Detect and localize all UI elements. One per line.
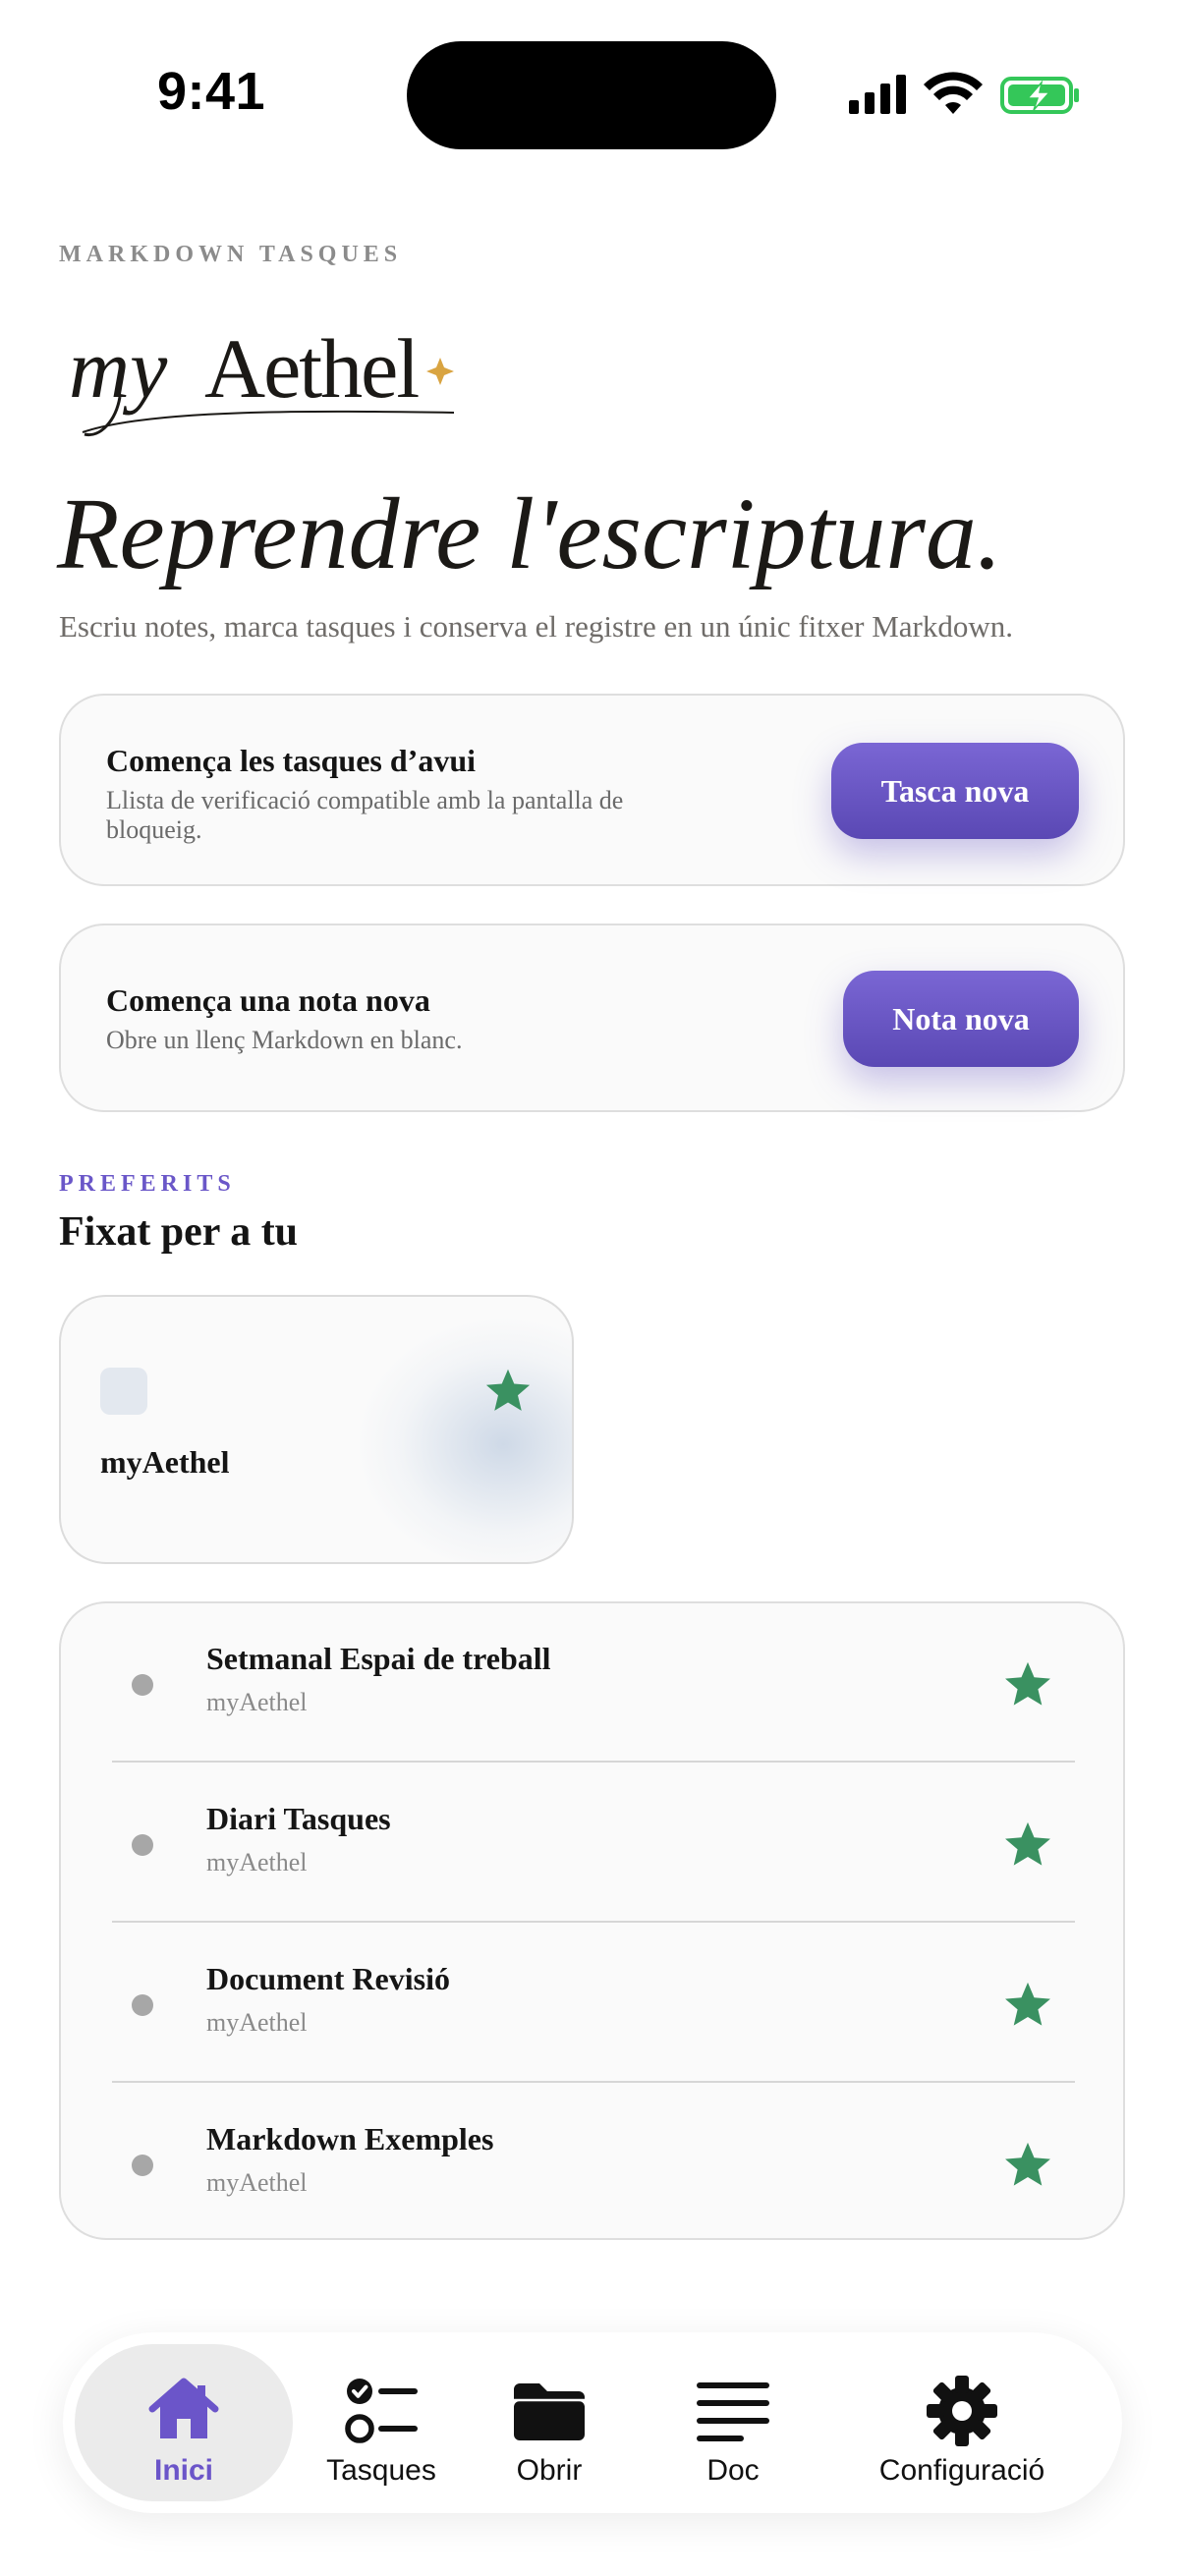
tab-bar: Inici Tasques Obrir Doc Configuració <box>63 2332 1122 2513</box>
new-note-button[interactable]: Nota nova <box>843 971 1079 1067</box>
star-icon[interactable] <box>1002 1819 1053 1870</box>
divider <box>112 1921 1075 1923</box>
page-subtitle: Escriu notes, marca tasques i conserva e… <box>59 609 1014 644</box>
list-item[interactable]: Diari Tasques myAethel <box>61 1764 1127 1924</box>
app-logo: my Aethel <box>63 307 476 446</box>
page-headline: Reprendre l'escriptura. <box>57 477 1002 590</box>
logo-wordmark: my Aethel <box>69 321 455 437</box>
tab-label: Inici <box>153 2454 213 2487</box>
bullet-dot <box>132 1994 153 2016</box>
bullet-dot <box>132 1674 153 1696</box>
wifi-icon <box>924 72 983 114</box>
favorites-eyebrow: PREFERITS <box>59 1171 236 1197</box>
list-item[interactable]: Setmanal Espai de treball myAethel <box>61 1603 1127 1764</box>
gear-icon <box>927 2376 997 2446</box>
tab-home[interactable]: Inici <box>75 2344 293 2501</box>
folder-icon <box>514 2383 585 2440</box>
list-item[interactable]: Document Revisió myAethel <box>61 1924 1127 2084</box>
item-subtitle: myAethel <box>206 1848 308 1876</box>
lines-icon <box>697 2382 769 2441</box>
bullet-dot <box>132 1834 153 1856</box>
svg-text:Aethel: Aethel <box>204 321 419 416</box>
divider <box>112 1761 1075 1763</box>
star-icon[interactable] <box>1002 1979 1053 2030</box>
pinned-tile[interactable]: myAethel <box>59 1295 574 1564</box>
favorites-title: Fixat per a tu <box>59 1209 299 1255</box>
card-title: Comença una nota nova <box>106 982 430 1018</box>
bullet-dot <box>132 2155 153 2176</box>
battery-icon <box>1000 77 1079 114</box>
card-description: Obre un llenç Markdown en blanc. <box>106 1026 463 1054</box>
tab-settings[interactable]: Configuració <box>849 2344 1075 2501</box>
tab-label: Doc <box>706 2454 760 2487</box>
item-title: Setmanal Espai de treball <box>206 1641 551 1676</box>
list-item[interactable]: Markdown Exemples myAethel <box>61 2084 1127 2244</box>
star-icon[interactable] <box>1002 1658 1053 1709</box>
sparkle-icon <box>426 358 454 385</box>
tab-open[interactable]: Obrir <box>476 2344 623 2501</box>
tab-label: Obrir <box>516 2454 583 2487</box>
favorites-list: Setmanal Espai de treball myAethel Diari… <box>59 1601 1125 2240</box>
dynamic-island <box>407 41 776 149</box>
tab-label: Configuració <box>878 2454 1045 2487</box>
start-note-card[interactable]: Comença una nota nova Obre un llenç Mark… <box>59 924 1125 1112</box>
home-icon <box>148 2378 219 2438</box>
signal-icon <box>849 75 906 114</box>
status-icons <box>849 72 1079 114</box>
item-subtitle: myAethel <box>206 2168 308 2197</box>
section-eyebrow: MARKDOWN TASQUES <box>59 242 403 267</box>
item-title: Markdown Exemples <box>206 2121 494 2156</box>
item-title: Diari Tasques <box>206 1801 391 1836</box>
card-title: Comença les tasques d’avui <box>106 743 477 778</box>
divider <box>112 2081 1075 2083</box>
item-title: Document Revisió <box>206 1961 450 1996</box>
card-description: Llista de verificació compatible amb la … <box>106 786 624 844</box>
checklist-icon <box>345 2379 418 2443</box>
star-icon[interactable] <box>1002 2139 1053 2190</box>
item-subtitle: myAethel <box>206 1688 308 1716</box>
status-time: 9:41 <box>157 62 266 121</box>
tile-glow <box>356 1316 572 1562</box>
tab-tasks[interactable]: Tasques <box>303 2344 460 2501</box>
start-tasks-card[interactable]: Comença les tasques d’avui Llista de ver… <box>59 694 1125 886</box>
tile-name: myAethel <box>100 1444 230 1480</box>
tab-label: Tasques <box>326 2454 436 2487</box>
new-task-button[interactable]: Tasca nova <box>831 743 1079 839</box>
status-bar: 9:41 <box>0 0 1185 187</box>
folder-color-swatch <box>100 1368 147 1415</box>
item-subtitle: myAethel <box>206 2008 308 2037</box>
star-icon[interactable] <box>483 1366 533 1415</box>
tab-doc[interactable]: Doc <box>664 2344 802 2501</box>
